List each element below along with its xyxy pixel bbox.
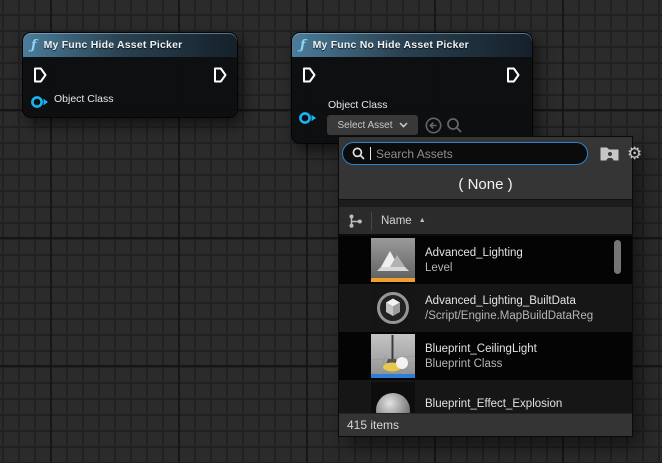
ceilinglight-thumbnail [371,334,415,378]
asset-subtitle: Blueprint Class [425,357,537,372]
exec-output-pin[interactable] [213,67,227,83]
asset-row-blueprint-effect-explosion[interactable]: Blueprint_Effect_Explosion [339,380,632,413]
header-divider [371,212,372,230]
builtdata-thumbnail [371,286,415,330]
level-type-bar [371,278,415,282]
search-pill[interactable] [342,142,588,165]
search-assets-input[interactable] [376,147,536,161]
node-title-bar[interactable]: ƒ My Func Hide Asset Picker [23,33,237,57]
select-asset-button[interactable]: Select Asset [327,115,418,135]
search-icon [352,147,365,160]
text-cursor [370,147,371,160]
chevron-down-icon [399,122,408,128]
asset-title: Blueprint_CeilingLight [425,341,537,357]
asset-picker-dropdown: ⚙ ( None ) Name ▲ [338,136,633,437]
blueprint-type-bar [371,374,415,378]
object-class-pin[interactable] [30,95,50,109]
list-header-name-column[interactable]: Name ▲ [339,207,632,236]
asset-title: Blueprint_Effect_Explosion [425,396,562,412]
node-my-func-no-hide-asset-picker[interactable]: ƒ My Func No Hide Asset Picker Object Cl… [291,32,533,144]
node-title: My Func No Hide Asset Picker [313,39,469,51]
function-icon: ƒ [300,39,306,52]
node-title: My Func Hide Asset Picker [44,39,183,51]
blueprint-graph-canvas[interactable]: ƒ My Func Hide Asset Picker Object Class… [0,0,662,463]
node-title-bar[interactable]: ƒ My Func No Hide Asset Picker [292,33,532,57]
asset-row-blueprint-ceilinglight[interactable]: Blueprint_CeilingLight Blueprint Class [339,332,632,380]
asset-row-advanced-lighting[interactable]: Advanced_Lighting Level [339,236,632,284]
explosion-thumbnail [371,382,415,413]
asset-subtitle: Level [425,261,523,276]
picker-separator [339,199,632,207]
asset-picker-search-row: ⚙ [339,137,632,169]
asset-title: Advanced_Lighting [425,245,523,261]
object-class-pin[interactable] [298,111,318,125]
use-selected-arrow-icon[interactable] [425,117,442,134]
folder-browse-icon[interactable] [600,146,619,161]
browse-search-icon[interactable] [446,117,463,134]
exec-output-pin[interactable] [506,67,520,83]
none-option[interactable]: ( None ) [339,169,632,199]
object-class-label: Object Class [54,93,114,105]
exec-input-pin[interactable] [302,67,316,83]
exec-input-pin[interactable] [33,67,47,83]
item-count-footer: 415 items [339,413,632,436]
gear-icon[interactable]: ⚙ [627,145,642,162]
name-column-label: Name [381,215,412,227]
select-asset-label: Select Asset [337,120,392,131]
hierarchy-icon[interactable] [348,213,363,229]
asset-list: Advanced_Lighting Level Advanced_Lighti [339,236,632,413]
sort-ascending-icon: ▲ [419,217,426,224]
list-scrollbar-thumb[interactable] [614,240,621,274]
function-icon: ƒ [31,39,37,52]
item-count-label: 415 items [347,418,399,432]
asset-subtitle: /Script/Engine.MapBuildDataReg [425,309,593,324]
asset-row-advanced-lighting-builtdata[interactable]: Advanced_Lighting_BuiltData /Script/Engi… [339,284,632,332]
object-class-label: Object Class [328,99,388,111]
level-thumbnail [371,238,415,282]
asset-title: Advanced_Lighting_BuiltData [425,293,593,309]
node-my-func-hide-asset-picker[interactable]: ƒ My Func Hide Asset Picker Object Class [22,32,238,118]
